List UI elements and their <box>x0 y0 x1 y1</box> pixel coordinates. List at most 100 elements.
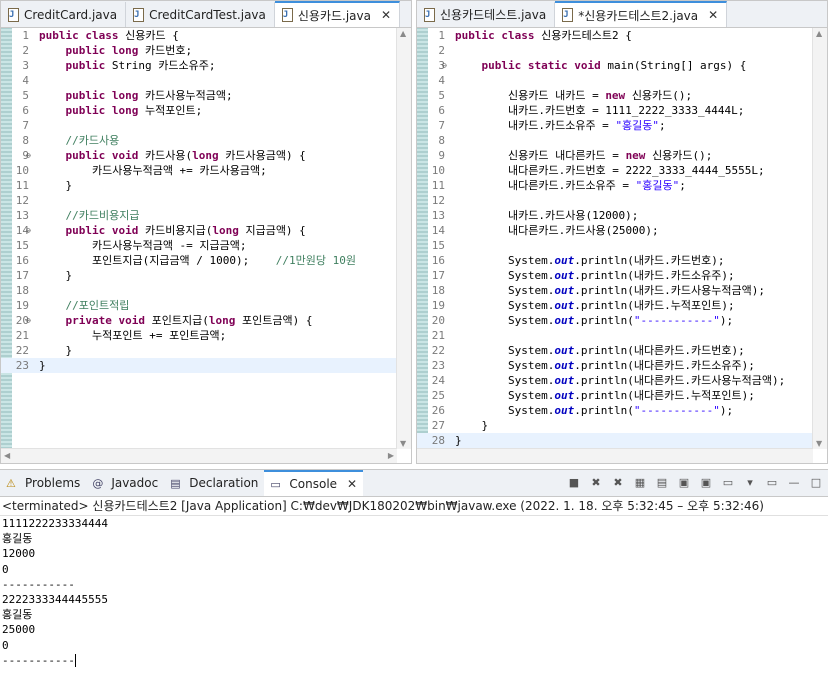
scroll-right-arrow-icon[interactable]: ▶ <box>388 451 394 460</box>
remove-all-icon[interactable]: ✖ <box>610 474 626 490</box>
code-line: 1 public class 신용카드 { <box>1 28 397 43</box>
code-text: System.out.println(내카드.카드번호); <box>455 253 725 268</box>
show-on-output-icon[interactable]: ▣ <box>676 474 692 490</box>
code-text: } <box>39 343 72 358</box>
left-horizontal-scrollbar[interactable]: ◀ ▶ <box>1 448 397 463</box>
console-tab-0[interactable]: ⚠ Problems <box>0 470 86 496</box>
left-vertical-scrollbar[interactable]: ▲ ▼ <box>396 28 411 449</box>
tab-label: 신용카드.java <box>297 8 371 23</box>
stop-icon[interactable]: ■ <box>566 474 582 490</box>
code-token: 카드사용누적금액; <box>144 89 233 102</box>
line-number: 4 <box>22 74 29 87</box>
close-tab-icon[interactable]: ✕ <box>381 8 391 22</box>
line-number: 13 <box>431 209 445 222</box>
scroll-up-arrow-icon[interactable]: ▲ <box>816 29 822 38</box>
code-line: 28} <box>417 433 813 448</box>
code-token: long <box>111 44 145 57</box>
code-token: out <box>554 374 575 387</box>
close-tab-icon[interactable]: ✕ <box>708 8 718 22</box>
code-token: ); <box>719 404 734 417</box>
code-text: System.out.println(내다른카드.카드소유주); <box>455 358 755 373</box>
left_editor-tab-2[interactable]: J 신용카드.java ✕ <box>274 1 401 27</box>
code-token: "홍길동" <box>635 179 680 192</box>
code-token: .println(내다른카드.누적포인트); <box>574 389 755 402</box>
line-number: 2 <box>22 44 29 57</box>
code-token: .println(내다른카드.카드번호); <box>574 344 745 357</box>
scroll-lock-icon[interactable]: ▦ <box>632 474 648 490</box>
java-file-icon: J <box>7 7 19 22</box>
code-token: 내다른카드.카드사용(25000); <box>455 224 659 237</box>
minimize-icon[interactable]: — <box>786 474 802 490</box>
code-token: } <box>39 269 73 282</box>
code-line: 21 <box>417 328 813 343</box>
code-token: System. <box>455 314 555 327</box>
word-wrap-icon[interactable]: ▤ <box>654 474 670 490</box>
line-number: 7 <box>438 119 445 132</box>
scroll-down-arrow-icon[interactable]: ▼ <box>400 439 406 448</box>
code-token: "홍길동" <box>615 119 660 132</box>
console-tab-3[interactable]: ▭ Console ✕ <box>264 470 364 496</box>
code-token: } <box>39 179 73 192</box>
code-text: System.out.println(내카드.카드소유주); <box>455 268 735 283</box>
display-console-icon[interactable]: ▾ <box>742 474 758 490</box>
code-text: System.out.println(내카드.누적포인트); <box>455 298 735 313</box>
close-tab-icon[interactable]: ✕ <box>347 477 357 491</box>
code-line: 6 public long 누적포인트; <box>1 103 397 118</box>
code-text: 내다른카드.카드번호 = 2222_3333_4444_5555L; <box>455 163 765 178</box>
line-number: 11 <box>15 179 29 192</box>
line-number: 22 <box>431 344 445 357</box>
code-token: //1만원당 10원 <box>275 254 356 267</box>
right_editor-tab-1[interactable]: J *신용카드테스트2.java ✕ <box>555 1 728 27</box>
code-token: void <box>574 59 608 72</box>
console-output-line: 0 <box>2 638 9 652</box>
pin-console-icon[interactable]: ▭ <box>720 474 736 490</box>
line-number: 19 <box>15 299 29 312</box>
maximize-icon[interactable]: □ <box>808 474 824 490</box>
scroll-left-arrow-icon[interactable]: ◀ <box>4 451 10 460</box>
code-text: 신용카드 내카드 = new 신용카드(); <box>455 88 692 103</box>
remove-launch-icon[interactable]: ✖ <box>588 474 604 490</box>
left_editor-tab-1[interactable]: J CreditCardTest.java <box>126 2 275 27</box>
code-line: 1 public class 신용카드테스트2 { <box>417 28 813 43</box>
code-text: public long 카드번호; <box>39 43 193 58</box>
console-tab-2[interactable]: ▤ Declaration <box>164 470 264 496</box>
fold-toggle-icon[interactable]: ⊖ <box>26 223 35 238</box>
console-tab-label: Console <box>289 477 338 491</box>
fold-toggle-icon[interactable]: ⊖ <box>442 58 451 73</box>
right-vertical-scrollbar[interactable]: ▲ ▼ <box>812 28 827 449</box>
console-output[interactable]: 1111222233334444 홍길동 12000 0 ----------- 2222… <box>0 516 828 668</box>
code-text: System.out.println(내카드.카드사용누적금액); <box>455 283 765 298</box>
code-token: "-----------" <box>633 404 720 417</box>
left-code-area[interactable]: 1 public class 신용카드 {2 public long 카드번호; 3… <box>1 28 397 449</box>
code-token: //카드사용 <box>65 134 120 147</box>
java-file-icon: J <box>132 7 145 22</box>
line-number: 15 <box>431 239 445 252</box>
code-token: 내다른카드.카드소유주 = <box>455 179 636 192</box>
code-text: System.out.println(내다른카드.카드사용누적금액); <box>455 373 785 388</box>
right-code-area[interactable]: 1 public class 신용카드테스트2 {2 3 ⊖ public stati… <box>417 28 813 449</box>
code-line: 13 //카드비용지급 <box>1 208 397 223</box>
open-console-icon[interactable]: ▭ <box>764 474 780 490</box>
console-tab-1[interactable]: @ Javadoc <box>86 470 164 496</box>
scroll-up-arrow-icon[interactable]: ▲ <box>400 29 406 38</box>
fold-toggle-icon[interactable]: ⊖ <box>26 313 35 328</box>
line-number: 26 <box>431 404 445 417</box>
code-line: 9 신용카드 내다른카드 = new 신용카드(); <box>417 148 813 163</box>
scroll-down-arrow-icon[interactable]: ▼ <box>816 439 822 448</box>
code-line: 4 <box>1 73 397 88</box>
line-number: 11 <box>431 179 445 192</box>
console-output-line: 0 <box>2 562 9 576</box>
fold-toggle-icon[interactable]: ⊖ <box>26 148 35 163</box>
code-line: 20 ⊖ private void 포인트지급(long 포인트금액) { <box>1 313 397 328</box>
code-token: public <box>481 59 528 72</box>
show-on-error-icon[interactable]: ▣ <box>698 474 714 490</box>
left_editor-tab-0[interactable]: J CreditCard.java <box>1 2 127 27</box>
code-text: 카드사용누적금액 += 카드사용금액; <box>39 163 267 178</box>
right-horizontal-scrollbar[interactable] <box>417 448 813 463</box>
right_editor-tab-0[interactable]: J 신용카드테스트.java <box>417 2 556 27</box>
code-token: out <box>554 299 575 312</box>
code-token: class <box>85 29 126 42</box>
